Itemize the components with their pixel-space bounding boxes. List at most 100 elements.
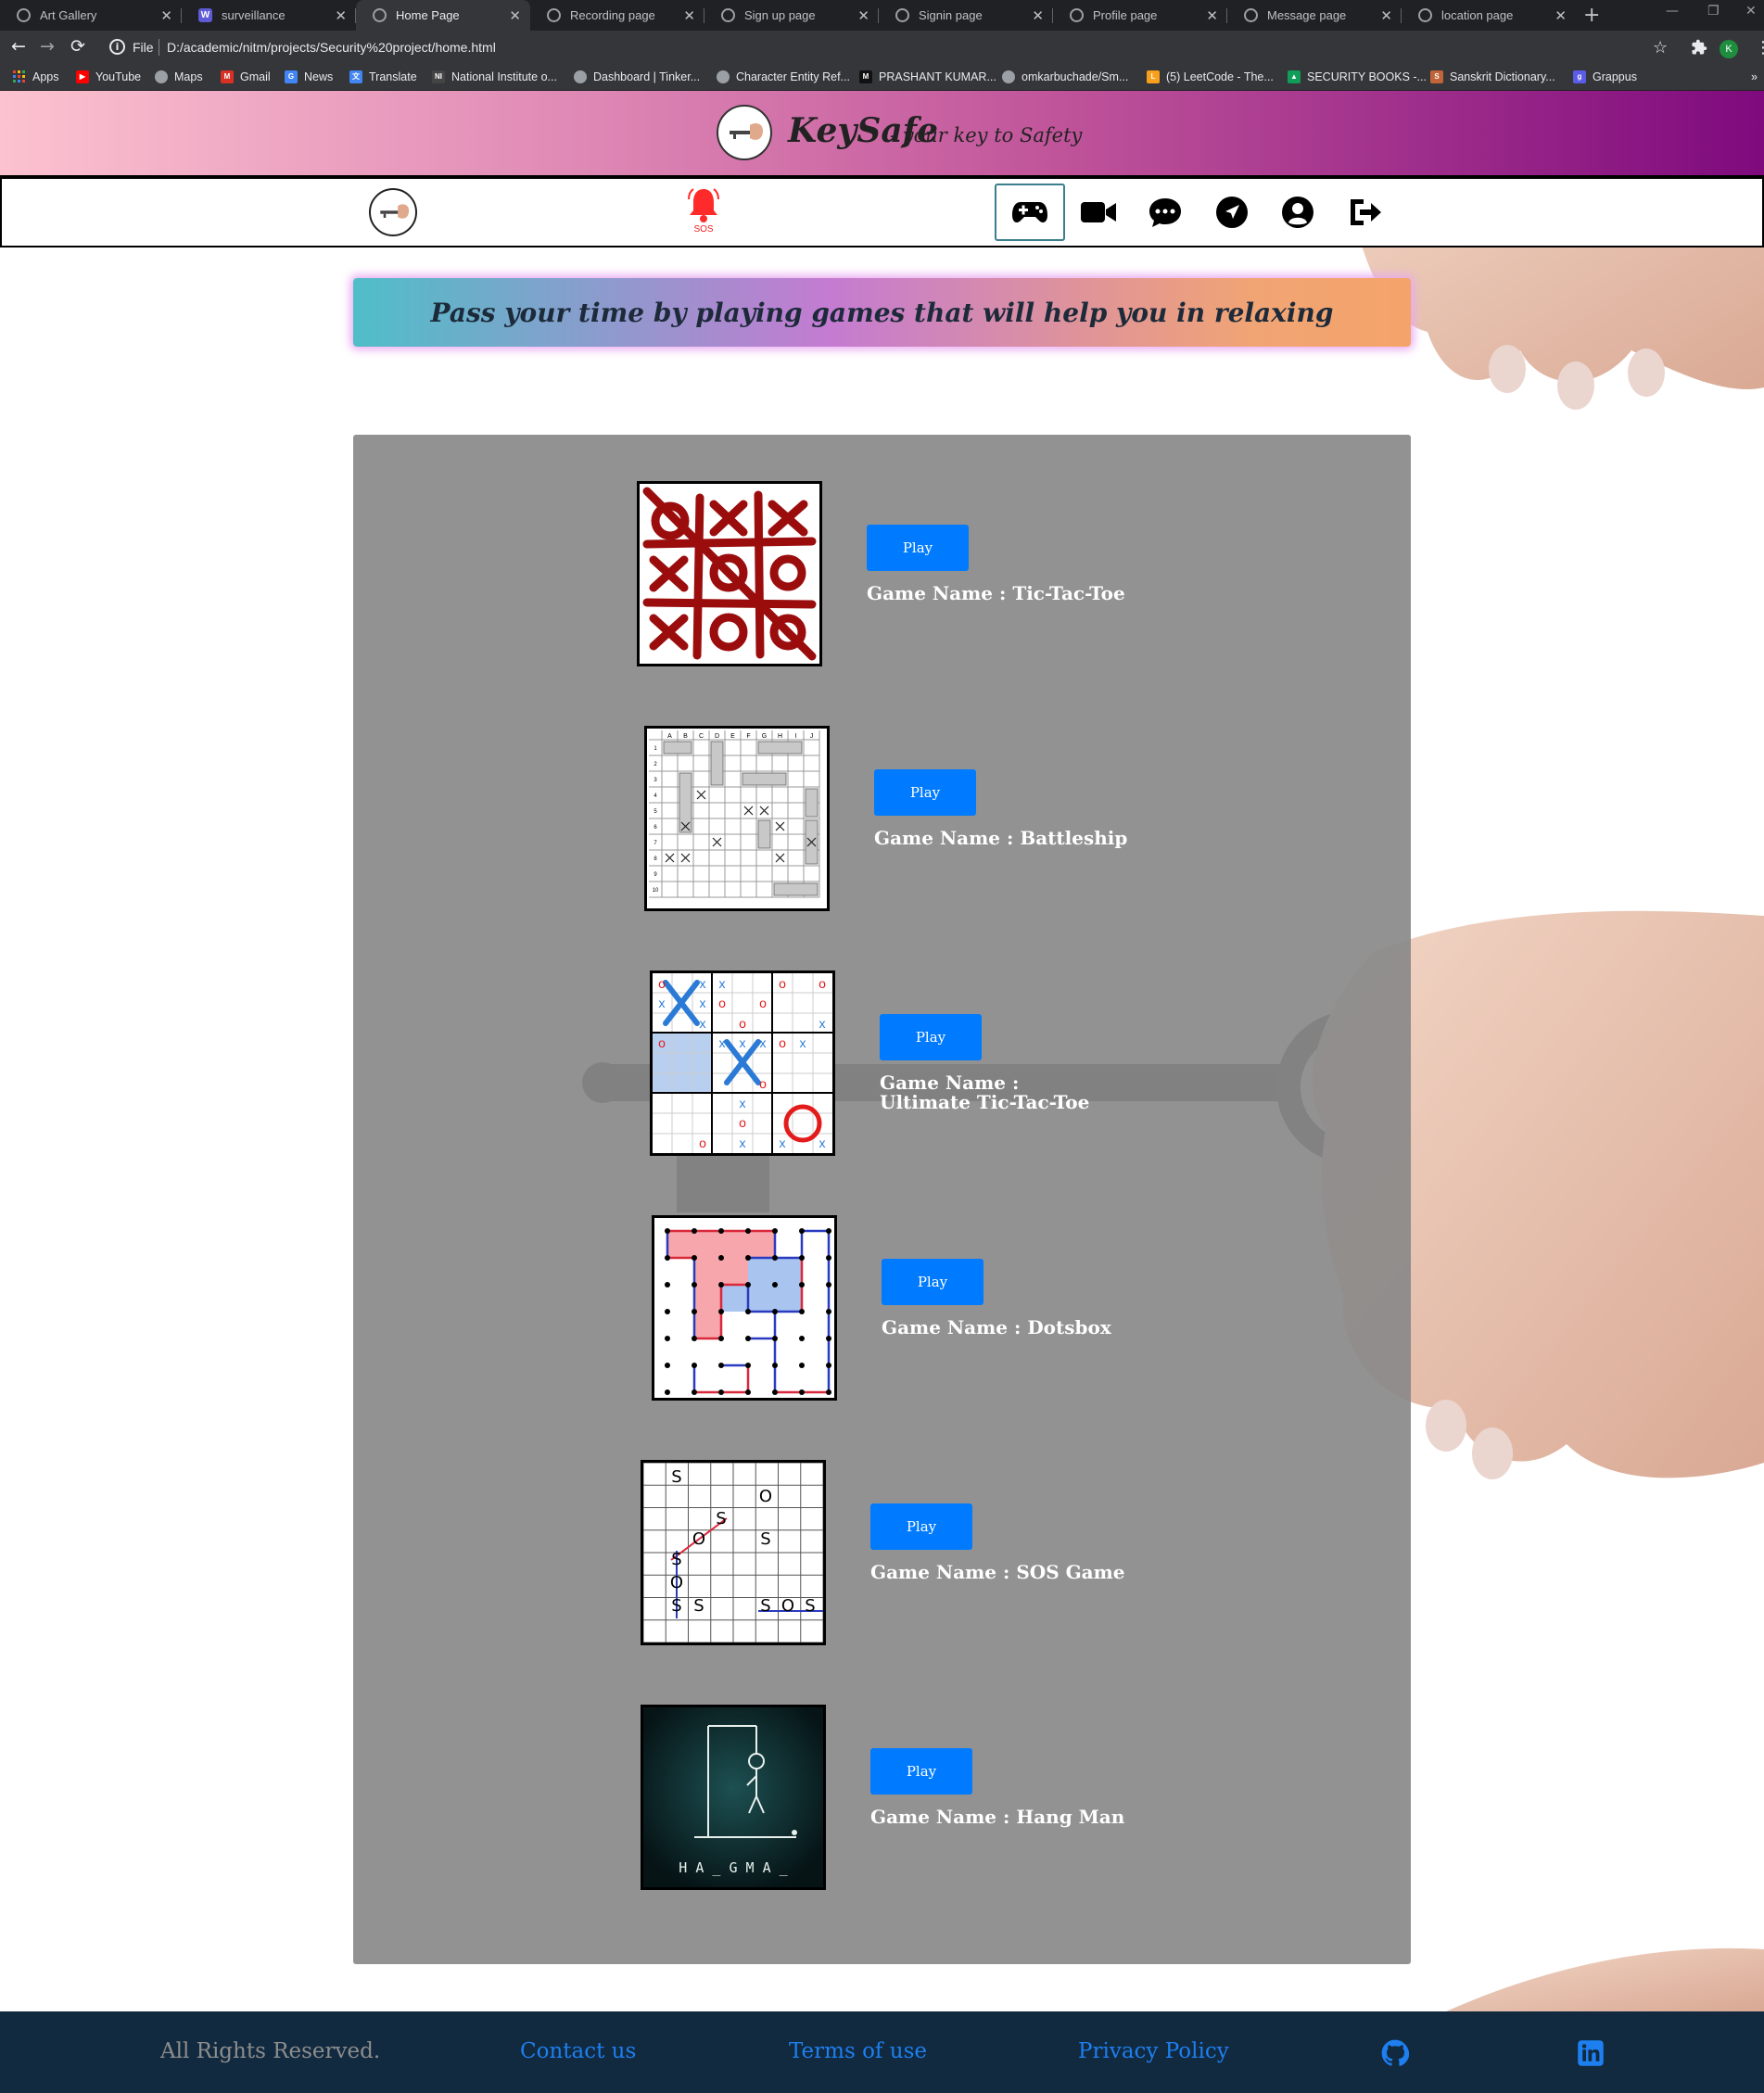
bookmark-item[interactable]: g Grappus bbox=[1573, 70, 1637, 83]
dotsbox-dot bbox=[772, 1363, 778, 1368]
svg-text:o: o bbox=[658, 1035, 666, 1050]
dotsbox-dot bbox=[745, 1282, 751, 1288]
nav-messages-button[interactable] bbox=[1145, 192, 1186, 233]
nitm-icon: NI bbox=[432, 70, 445, 83]
github-icon[interactable] bbox=[1381, 2039, 1409, 2067]
browser-tab[interactable]: Recording page ✕ bbox=[530, 0, 704, 31]
new-tab-button[interactable]: + bbox=[1583, 4, 1600, 27]
close-icon[interactable]: ✕ bbox=[1380, 7, 1392, 24]
battleship-ship bbox=[773, 882, 819, 896]
bookmark-item[interactable]: S Sanskrit Dictionary... bbox=[1430, 70, 1555, 83]
close-icon[interactable]: ✕ bbox=[509, 7, 521, 24]
browser-tab[interactable]: Profile page ✕ bbox=[1053, 0, 1227, 31]
bookmark-item[interactable]: G News bbox=[285, 70, 333, 83]
address-bar[interactable]: D:/academic/nitm/projects/Security%20pro… bbox=[167, 40, 496, 55]
sos-cell: S bbox=[805, 1596, 815, 1616]
play-sos-game-button[interactable]: Play bbox=[870, 1503, 972, 1550]
svg-text:o: o bbox=[779, 1035, 786, 1050]
site-info-icon[interactable]: i bbox=[109, 39, 125, 55]
browser-tab[interactable]: Sign up page ✕ bbox=[704, 0, 879, 31]
nav-logout-button[interactable] bbox=[1344, 192, 1385, 233]
bookmark-item[interactable]: L (5) LeetCode - The... bbox=[1147, 70, 1274, 83]
dotsbox-dot bbox=[718, 1228, 724, 1234]
play-battleship-button[interactable]: Play bbox=[874, 769, 976, 816]
close-window-icon[interactable]: ✕ bbox=[1745, 4, 1757, 19]
nav-profile-button[interactable] bbox=[1277, 192, 1318, 233]
linkedin-icon[interactable] bbox=[1577, 2039, 1605, 2067]
dotsbox-dot bbox=[718, 1255, 724, 1261]
close-icon[interactable]: ✕ bbox=[683, 7, 695, 24]
contact-us-link[interactable]: Contact us bbox=[520, 2039, 636, 2063]
nav-location-button[interactable] bbox=[1212, 192, 1252, 233]
browser-tab[interactable]: location page ✕ bbox=[1402, 0, 1576, 31]
dotsbox-dot bbox=[692, 1228, 697, 1234]
bookmark-item[interactable]: Maps bbox=[155, 70, 203, 83]
home-logo-button[interactable] bbox=[369, 188, 417, 236]
dotsbox-dot bbox=[665, 1336, 670, 1341]
back-icon[interactable]: ← bbox=[11, 36, 26, 57]
dotsbox-dot bbox=[772, 1255, 778, 1261]
forward-icon[interactable]: → bbox=[40, 36, 55, 57]
bookmark-star-icon[interactable]: ☆ bbox=[1653, 38, 1668, 57]
nav-video-button[interactable] bbox=[1078, 192, 1119, 233]
bookmark-item[interactable]: Dashboard | Tinker... bbox=[574, 70, 700, 83]
profile-avatar[interactable]: K bbox=[1720, 40, 1738, 58]
close-icon[interactable]: ✕ bbox=[335, 7, 347, 24]
play-hang-man-button[interactable]: Play bbox=[870, 1748, 972, 1795]
browser-tab[interactable]: W surveillance ✕ bbox=[182, 0, 356, 31]
bookmark-item[interactable]: ▶ YouTube bbox=[76, 70, 141, 83]
dotsbox-dot bbox=[772, 1336, 778, 1341]
bookmark-item[interactable]: Apps bbox=[13, 70, 59, 83]
sos-button[interactable]: SOS bbox=[686, 186, 721, 238]
bookmark-item[interactable]: M Gmail bbox=[221, 70, 271, 83]
svg-text:x: x bbox=[780, 1135, 786, 1150]
close-icon[interactable]: ✕ bbox=[1032, 7, 1044, 24]
browser-tab-active[interactable]: Home Page ✕ bbox=[356, 0, 530, 31]
browser-tab[interactable]: Message page ✕ bbox=[1227, 0, 1402, 31]
dotsbox-dot bbox=[745, 1389, 751, 1395]
dotsbox-dot bbox=[799, 1255, 805, 1261]
bookmark-item[interactable]: Character Entity Ref... bbox=[717, 70, 850, 83]
play-dotsbox-button[interactable]: Play bbox=[882, 1259, 984, 1305]
close-icon[interactable]: ✕ bbox=[1555, 7, 1567, 24]
bookmark-item[interactable]: NI National Institute o... bbox=[432, 70, 557, 83]
minimize-icon[interactable]: — bbox=[1666, 4, 1679, 19]
battleship-row-label: 1 bbox=[654, 746, 657, 752]
close-icon[interactable]: ✕ bbox=[160, 7, 172, 24]
bookmarks-bar: Apps ▶ YouTube Maps M Gmail G News 文 Transla… bbox=[0, 65, 1764, 91]
more-bookmarks-icon[interactable]: » bbox=[1751, 70, 1758, 83]
nav-games-button[interactable] bbox=[995, 184, 1065, 241]
browser-tab[interactable]: Art Gallery ✕ bbox=[0, 0, 182, 31]
close-icon[interactable]: ✕ bbox=[857, 7, 869, 24]
tic-tac-toe-thumbnail bbox=[637, 481, 822, 666]
bookmark-label: Character Entity Ref... bbox=[736, 70, 850, 83]
play-tic-tac-toe-button[interactable]: Play bbox=[867, 525, 969, 571]
extensions-icon[interactable] bbox=[1691, 39, 1707, 56]
user-circle-icon bbox=[1282, 197, 1313, 228]
site-header: KeySafe - your key to Safety bbox=[0, 91, 1764, 177]
keysafe-logo[interactable] bbox=[717, 105, 772, 160]
bookmark-item[interactable]: M PRASHANT KUMAR... bbox=[859, 70, 996, 83]
dotsbox-dot bbox=[692, 1255, 697, 1261]
restore-icon[interactable]: ❐ bbox=[1707, 4, 1720, 19]
globe-icon bbox=[17, 8, 31, 22]
bookmark-item[interactable]: omkarbuchade/Sm... bbox=[1002, 70, 1128, 83]
dotsbox-dot bbox=[772, 1228, 778, 1234]
dotsbox-dot bbox=[718, 1336, 724, 1341]
battleship-shot bbox=[712, 837, 722, 847]
close-icon[interactable]: ✕ bbox=[1206, 7, 1218, 24]
reload-icon[interactable]: ⟳ bbox=[70, 36, 85, 57]
privacy-policy-link[interactable]: Privacy Policy bbox=[1078, 2039, 1229, 2063]
battleship-row-label: 2 bbox=[654, 762, 657, 767]
dotsbox-dot bbox=[826, 1336, 831, 1341]
bookmark-item[interactable]: ▲ SECURITY BOOKS -... bbox=[1288, 70, 1427, 83]
battleship-col-label: G bbox=[762, 733, 767, 740]
game-name: Game Name : Battleship bbox=[874, 827, 1128, 849]
sos-cell: S bbox=[693, 1596, 704, 1616]
battleship-row-label: 6 bbox=[654, 825, 657, 831]
menu-icon[interactable]: ⋮ bbox=[1755, 38, 1764, 57]
browser-tab[interactable]: Signin page ✕ bbox=[879, 0, 1053, 31]
play-ultimate-tic-tac-toe-button[interactable]: Play bbox=[880, 1014, 982, 1060]
terms-of-use-link[interactable]: Terms of use bbox=[789, 2039, 927, 2063]
bookmark-item[interactable]: 文 Translate bbox=[349, 70, 417, 83]
